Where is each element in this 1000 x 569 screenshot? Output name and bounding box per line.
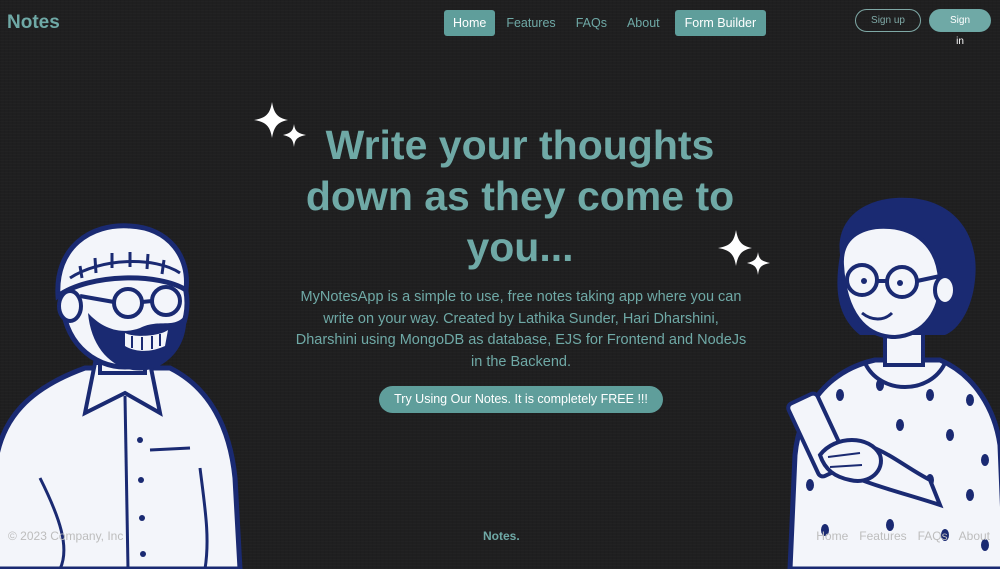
cta-button[interactable]: Try Using Our Notes. It is completely FR… — [379, 386, 663, 413]
hero-title: Write your thoughts down as they come to… — [305, 122, 735, 270]
auth-buttons: Sign up Sign in — [855, 9, 991, 47]
brand-logo[interactable]: Notes — [7, 12, 60, 34]
footer-copyright: © 2023 Company, Inc — [8, 529, 124, 543]
signin-button[interactable]: Sign in — [929, 9, 991, 47]
footer-brand[interactable]: Notes. — [483, 529, 520, 543]
nav-home[interactable]: Home — [444, 10, 496, 36]
bearded-man-illustration — [0, 223, 243, 569]
nav-form-builder[interactable]: Form Builder — [674, 10, 767, 36]
footer-link-about[interactable]: About — [959, 529, 990, 543]
nav-faqs[interactable]: FAQs — [567, 10, 616, 36]
nav-features[interactable]: Features — [497, 10, 564, 36]
footer-link-home[interactable]: Home — [816, 529, 848, 543]
signup-button[interactable]: Sign up — [855, 9, 921, 32]
hero-description: MyNotesApp is a simple to use, free note… — [295, 289, 747, 370]
main-nav: Home Features FAQs About Form Builder — [444, 10, 768, 36]
woman-with-phone-illustration — [786, 197, 1000, 569]
footer-nav: Home Features FAQs About — [805, 529, 990, 543]
footer-link-features[interactable]: Features — [859, 529, 906, 543]
footer-link-faqs[interactable]: FAQs — [918, 529, 948, 543]
nav-about[interactable]: About — [618, 10, 669, 36]
